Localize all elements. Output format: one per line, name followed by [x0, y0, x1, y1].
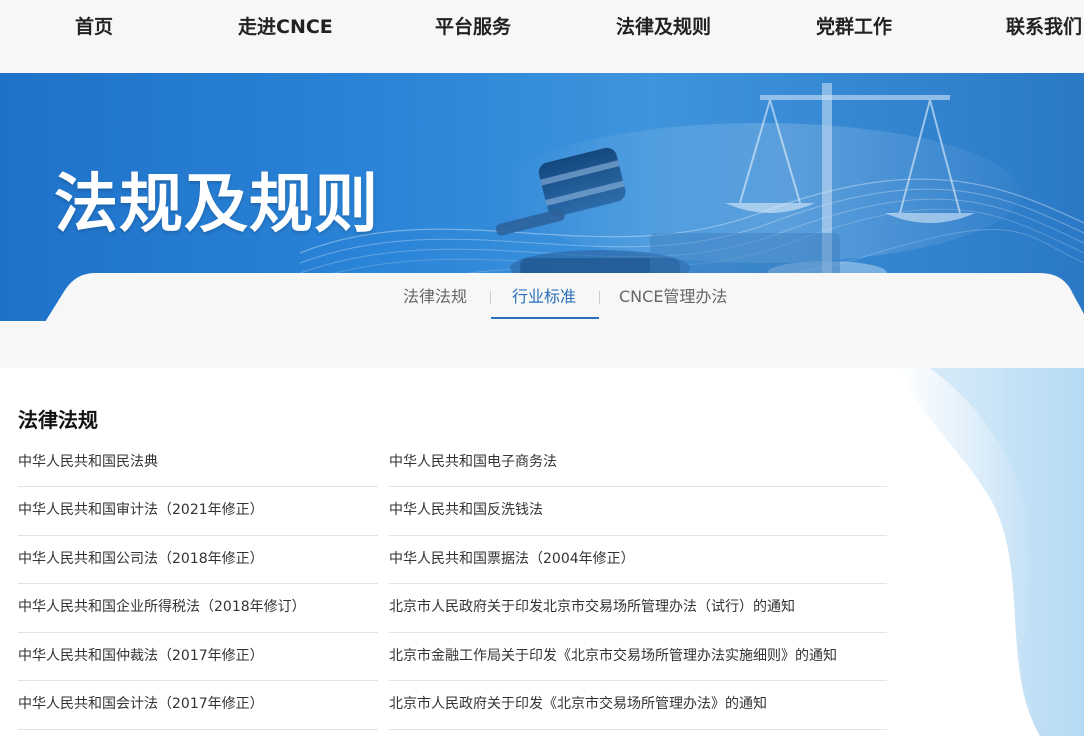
active-tab-indicator	[491, 317, 599, 319]
law-item[interactable]: 北京市人民政府关于印发北京市交易场所管理办法（试行）的通知	[389, 584, 887, 633]
top-nav: 首页 走进CNCE 平台服务 法律及规则 党群工作 联系我们	[0, 0, 1084, 73]
tab-divider	[490, 291, 491, 304]
law-item[interactable]: 中华人民共和国反洗钱法	[389, 487, 887, 536]
law-item[interactable]: 中华人民共和国审计法（2021年修正）	[18, 487, 378, 536]
banner-title: 法规及规则	[54, 168, 379, 242]
tab-industry-standards[interactable]: 行业标准	[512, 285, 576, 309]
tab-cnce-management-rules[interactable]: CNCE管理办法	[619, 285, 727, 309]
nav-item-services[interactable]: 平台服务	[435, 14, 511, 40]
law-item[interactable]: 中华人民共和国票据法（2004年修正）	[389, 536, 887, 584]
page: 首页 走进CNCE 平台服务 法律及规则 党群工作 联系我们 法规及规则 法律法…	[0, 0, 1084, 736]
tab-divider	[599, 291, 600, 304]
law-item[interactable]: 中华人民共和国公司法（2018年修正）	[18, 536, 378, 584]
section-title: 法律法规	[18, 408, 98, 432]
nav-item-about[interactable]: 走进CNCE	[238, 14, 333, 40]
law-item[interactable]: 北京市人民政府关于印发《北京市交易场所管理办法》的通知	[389, 681, 887, 730]
nav-item-home[interactable]: 首页	[75, 14, 113, 40]
nav-item-laws-and-rules[interactable]: 法律及规则	[616, 14, 711, 40]
law-list-left: 中华人民共和国民法典 中华人民共和国审计法（2021年修正） 中华人民共和国公司…	[18, 439, 378, 730]
nav-item-contact[interactable]: 联系我们	[1006, 14, 1082, 40]
law-item[interactable]: 中华人民共和国仲裁法（2017年修正）	[18, 633, 378, 681]
law-item[interactable]: 北京市金融工作局关于印发《北京市交易场所管理办法实施细则》的通知	[389, 633, 887, 681]
law-item[interactable]: 中华人民共和国企业所得税法（2018年修订）	[18, 584, 378, 633]
subnav-strip	[0, 321, 1084, 368]
law-item[interactable]: 中华人民共和国民法典	[18, 439, 378, 487]
nav-item-party-work[interactable]: 党群工作	[816, 14, 892, 40]
law-list-right: 中华人民共和国电子商务法 中华人民共和国反洗钱法 中华人民共和国票据法（2004…	[389, 439, 887, 730]
law-item[interactable]: 中华人民共和国电子商务法	[389, 439, 887, 487]
tab-laws-and-regulations[interactable]: 法律法规	[403, 285, 467, 309]
main-content: 法律法规 中华人民共和国民法典 中华人民共和国审计法（2021年修正） 中华人民…	[0, 368, 1084, 736]
law-item[interactable]: 中华人民共和国会计法（2017年修正）	[18, 681, 378, 730]
